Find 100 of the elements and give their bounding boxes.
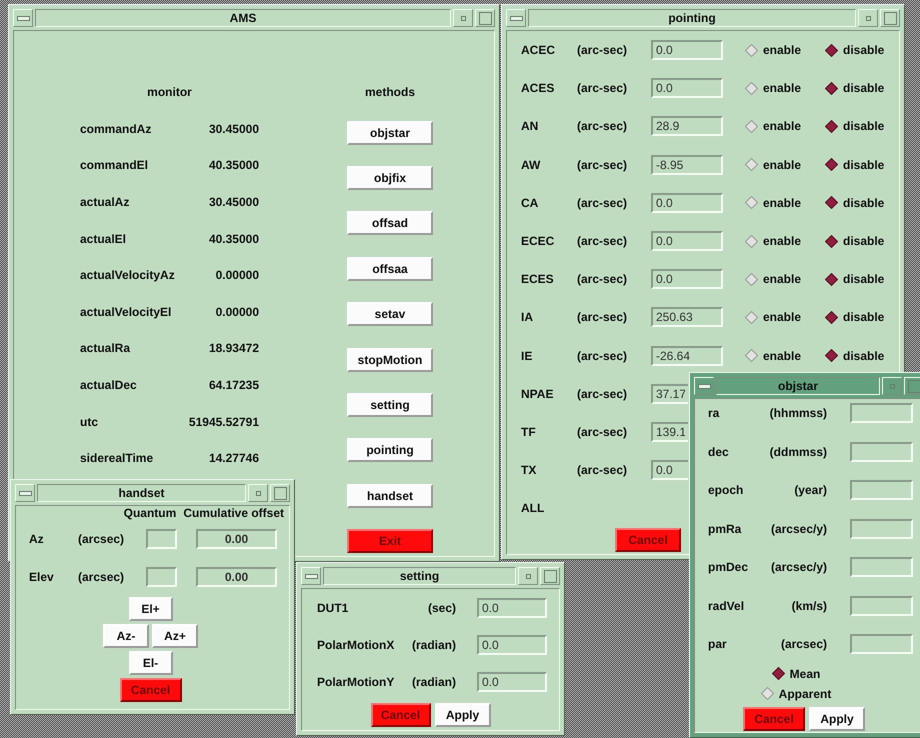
window-menu-button[interactable] [13, 9, 33, 27]
dash-icon [510, 16, 522, 20]
diamond-icon [825, 272, 838, 286]
window-title: objstar [778, 379, 818, 393]
window-menu-button[interactable] [15, 484, 35, 502]
minimize-button[interactable] [453, 9, 473, 27]
offset-field[interactable]: 0.00 [196, 567, 277, 587]
maximize-button[interactable] [904, 377, 920, 395]
title-bar[interactable]: setting [323, 567, 516, 585]
text-field[interactable]: 139.1 [651, 422, 688, 442]
radio-button[interactable]: enable [745, 119, 825, 134]
push-button[interactable]: El+ [128, 597, 172, 621]
push-button[interactable]: offsaa [347, 256, 433, 281]
radio-button[interactable]: disable [825, 158, 899, 172]
push-button[interactable]: offsad [347, 211, 433, 236]
push-button[interactable]: setting [347, 392, 433, 417]
radio-button[interactable]: enable [745, 348, 825, 363]
column-heading: methods [364, 84, 415, 101]
minimize-button[interactable] [248, 484, 268, 502]
title-bar[interactable]: pointing [528, 9, 856, 27]
title-bar[interactable]: AMS [35, 9, 451, 27]
radio-button[interactable]: disable [825, 234, 899, 248]
quantum-field[interactable] [146, 529, 177, 549]
text-field[interactable]: 28.9 [651, 116, 723, 136]
minimize-button[interactable] [518, 567, 538, 585]
field-label: (arcsec) [78, 570, 126, 584]
field-label: actualAz [80, 195, 130, 210]
text-field[interactable]: -8.95 [651, 154, 723, 175]
push-button[interactable]: handset [347, 484, 433, 508]
text-field[interactable]: 0.0 [477, 672, 547, 692]
field-label: (arcsec) [780, 637, 827, 652]
text-field[interactable]: 0.0 [477, 598, 547, 618]
text-field[interactable]: 0.0 [651, 192, 723, 213]
text-field[interactable]: 0.0 [651, 269, 723, 290]
text-field[interactable]: 37.17 [651, 384, 688, 404]
push-button[interactable]: stopMotion [347, 348, 433, 372]
maximize-button[interactable] [880, 9, 900, 27]
field-label: (radian) [412, 674, 456, 688]
field-label: Az [29, 532, 45, 546]
push-button[interactable]: Az- [103, 624, 149, 648]
radio-button[interactable]: disable [825, 310, 899, 324]
title-bar[interactable]: objstar [716, 377, 880, 395]
field-label: (arc-sec) [577, 196, 628, 210]
radio-button[interactable]: enable [745, 234, 825, 248]
push-button[interactable]: objfix [347, 166, 433, 190]
text-field[interactable]: 0.0 [651, 40, 723, 60]
text-field[interactable]: 250.63 [651, 307, 723, 328]
text-field[interactable]: -26.64 [651, 346, 723, 366]
window-title: pointing [668, 11, 716, 25]
radio-button[interactable]: Apparent [760, 686, 832, 700]
text-field[interactable] [850, 634, 913, 654]
minimize-button[interactable] [882, 377, 902, 395]
text-field[interactable]: 0.0 [651, 78, 723, 98]
monitor-value: 0.00000 [216, 268, 259, 282]
radio-button[interactable]: disable [825, 43, 899, 58]
text-field[interactable] [850, 557, 913, 578]
text-field[interactable]: 0.0 [651, 231, 723, 252]
maximize-button[interactable] [475, 9, 495, 27]
minimize-button[interactable] [858, 9, 878, 27]
text-field[interactable] [850, 403, 913, 424]
push-button[interactable]: Az+ [152, 624, 198, 648]
radio-button[interactable]: enable [745, 81, 825, 96]
push-button[interactable]: objstar [347, 120, 433, 145]
text-field[interactable]: 0.0 [651, 460, 688, 480]
monitor-value: 40.35000 [208, 232, 259, 246]
text-field[interactable] [850, 518, 913, 539]
text-field[interactable] [850, 442, 913, 462]
push-button[interactable]: pointing [347, 438, 433, 462]
field-label: (arc-sec) [577, 119, 628, 134]
radio-button[interactable]: disable [825, 119, 899, 134]
radio-button[interactable]: disable [825, 81, 899, 96]
maximize-button[interactable] [270, 484, 290, 502]
text-field[interactable] [850, 596, 913, 616]
push-button[interactable]: setav [347, 302, 433, 326]
field-label: siderealTime [80, 451, 154, 466]
text-field[interactable] [850, 480, 913, 500]
radio-button[interactable]: enable [745, 310, 825, 324]
window-menu-button[interactable] [301, 567, 321, 585]
radio-button[interactable]: enable [745, 43, 825, 58]
window-menu-button[interactable] [694, 377, 714, 395]
radio-button[interactable]: Mean [772, 666, 820, 680]
radio-button[interactable]: enable [745, 196, 825, 210]
push-button[interactable]: Apply [809, 706, 865, 730]
diamond-icon [825, 120, 838, 133]
push-button[interactable]: El- [128, 651, 172, 675]
radio-button[interactable]: disable [825, 272, 899, 286]
quantum-field[interactable] [146, 567, 177, 587]
title-bar[interactable]: handset [37, 484, 246, 502]
text-field[interactable]: 0.0 [477, 634, 547, 654]
radio-button[interactable]: disable [825, 348, 899, 363]
window-menu-button[interactable] [506, 9, 526, 27]
radio-button[interactable]: enable [745, 272, 825, 286]
radio-button[interactable]: enable [745, 158, 825, 172]
radio-button[interactable]: disable [825, 196, 899, 210]
field-label: AN [521, 119, 540, 134]
window-title: handset [118, 486, 164, 500]
offset-field[interactable]: 0.00 [196, 529, 277, 549]
monitor-value: 64.17235 [208, 378, 259, 392]
push-button[interactable]: Apply [434, 703, 490, 727]
maximize-button[interactable] [540, 567, 560, 585]
